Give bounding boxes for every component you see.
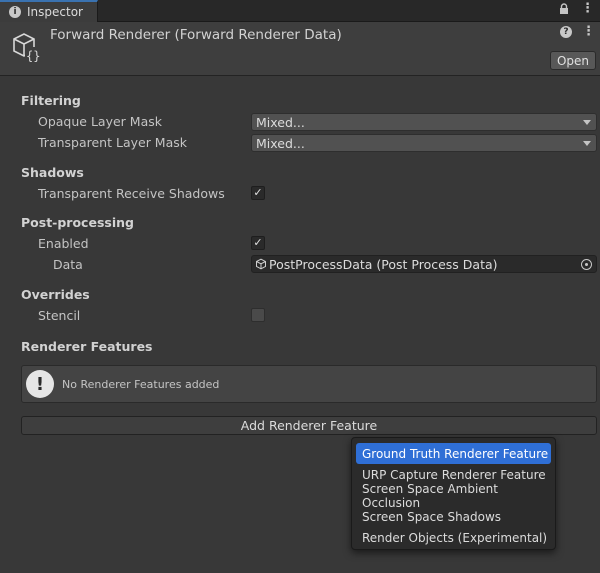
context-menu-icon[interactable]: ⋮ [582,25,595,38]
post-process-data-field[interactable]: PostProcessData (Post Process Data) [251,255,597,273]
filtering-heading: Filtering [21,93,81,108]
menu-item-ground-truth[interactable]: Ground Truth Renderer Feature [356,443,551,464]
renderer-features-heading: Renderer Features [21,339,153,354]
info-icon: i [9,6,21,18]
no-features-message: No Renderer Features added [62,377,220,391]
opaque-layer-mask-label: Opaque Layer Mask [38,114,162,129]
shadows-heading: Shadows [21,165,84,180]
add-renderer-feature-button[interactable]: Add Renderer Feature [21,416,597,435]
open-button[interactable]: Open [550,51,596,70]
menu-item-ssao[interactable]: Screen Space Ambient Occlusion [356,482,551,510]
lock-icon[interactable] [559,3,569,18]
renderer-feature-menu: Ground Truth Renderer Feature URP Captur… [351,437,556,550]
post-process-data-value: PostProcessData (Post Process Data) [269,256,498,272]
stencil-checkbox[interactable] [251,308,265,322]
post-processing-enabled-checkbox[interactable]: ✓ [251,236,265,250]
inspector-header: {} Forward Renderer (Forward Renderer Da… [0,22,600,76]
header-actions: ? ⋮ [560,25,595,38]
object-picker-icon[interactable] [581,259,592,270]
dropdown-arrow-icon [583,120,591,125]
opaque-layer-mask-dropdown[interactable]: Mixed... [251,113,597,131]
tabbar-controls: ⋮ [559,2,594,18]
renderer-features-helpbox: ! No Renderer Features added [21,365,597,403]
transparent-layer-mask-label: Transparent Layer Mask [38,135,187,150]
post-processing-heading: Post-processing [21,215,134,230]
inspector-tab-label: Inspector [27,5,83,19]
asset-cube-icon [256,258,266,270]
inspector-tab[interactable]: i Inspector [0,0,98,22]
post-processing-data-label: Data [53,257,83,272]
menu-item-render-objects[interactable]: Render Objects (Experimental) [356,527,551,548]
svg-text:{}: {} [26,49,40,63]
stencil-label: Stencil [38,308,81,323]
inspector-tabbar: i Inspector ⋮ [0,0,600,22]
tab-menu-icon[interactable]: ⋮ [581,2,594,18]
overrides-heading: Overrides [21,287,90,302]
transparent-layer-mask-value: Mixed... [256,135,305,151]
post-processing-enabled-label: Enabled [38,236,89,251]
scriptable-object-icon: {} [13,33,42,63]
asset-title: Forward Renderer (Forward Renderer Data) [50,27,342,43]
transparent-receive-shadows-label: Transparent Receive Shadows [38,186,225,201]
dropdown-arrow-icon [583,141,591,146]
opaque-layer-mask-value: Mixed... [256,114,305,130]
help-icon[interactable]: ? [560,26,572,38]
transparent-receive-shadows-checkbox[interactable]: ✓ [251,186,265,200]
warning-icon: ! [26,370,54,398]
transparent-layer-mask-dropdown[interactable]: Mixed... [251,134,597,152]
